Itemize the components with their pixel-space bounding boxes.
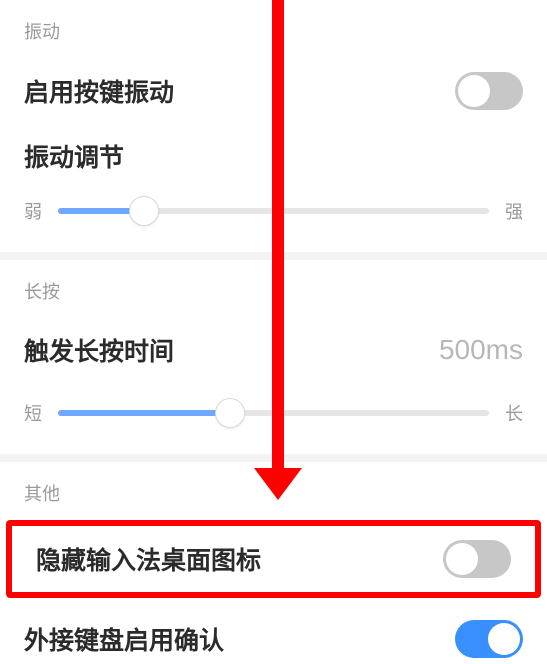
longpress-slider-row: 短 长 [0,382,547,454]
hide-ime-icon-row[interactable]: 隐藏输入法桌面图标 [12,526,535,592]
longpress-trigger-row[interactable]: 触发长按时间 500ms [0,318,547,382]
section-header-vibration: 振动 [0,0,547,58]
longpress-slider-thumb[interactable] [215,398,245,428]
section-header-longpress: 长按 [0,260,547,318]
toggle-knob [446,543,478,575]
annotation-highlight-box: 隐藏输入法桌面图标 [6,520,541,598]
external-keyboard-confirm-row[interactable]: 外接键盘启用确认 [0,598,547,664]
longpress-slider[interactable] [58,410,489,416]
section-divider [0,454,547,462]
enable-key-vibration-row[interactable]: 启用按键振动 [0,58,547,124]
external-keyboard-confirm-label: 外接键盘启用确认 [24,621,224,657]
vibration-adjust-row: 振动调节 [0,124,547,180]
vibration-slider-min-label: 弱 [24,198,42,224]
toggle-knob [488,623,520,655]
section-divider [0,252,547,260]
external-keyboard-confirm-toggle[interactable] [455,620,523,658]
longpress-trigger-label: 触发长按时间 [24,332,174,368]
longpress-slider-max-label: 长 [505,400,523,426]
longpress-slider-fill [58,410,230,416]
longpress-trigger-value: 500ms [439,334,523,366]
vibration-slider-max-label: 强 [505,198,523,224]
hide-ime-icon-toggle[interactable] [443,540,511,578]
vibration-adjust-label: 振动调节 [24,138,124,174]
vibration-slider-thumb[interactable] [129,196,159,226]
hide-ime-icon-label: 隐藏输入法桌面图标 [36,541,261,577]
enable-key-vibration-label: 启用按键振动 [24,73,174,109]
longpress-slider-min-label: 短 [24,400,42,426]
vibration-slider-row: 弱 强 [0,180,547,252]
enable-key-vibration-toggle[interactable] [455,72,523,110]
toggle-knob [458,75,490,107]
section-header-other: 其他 [0,462,547,520]
vibration-slider[interactable] [58,208,489,214]
